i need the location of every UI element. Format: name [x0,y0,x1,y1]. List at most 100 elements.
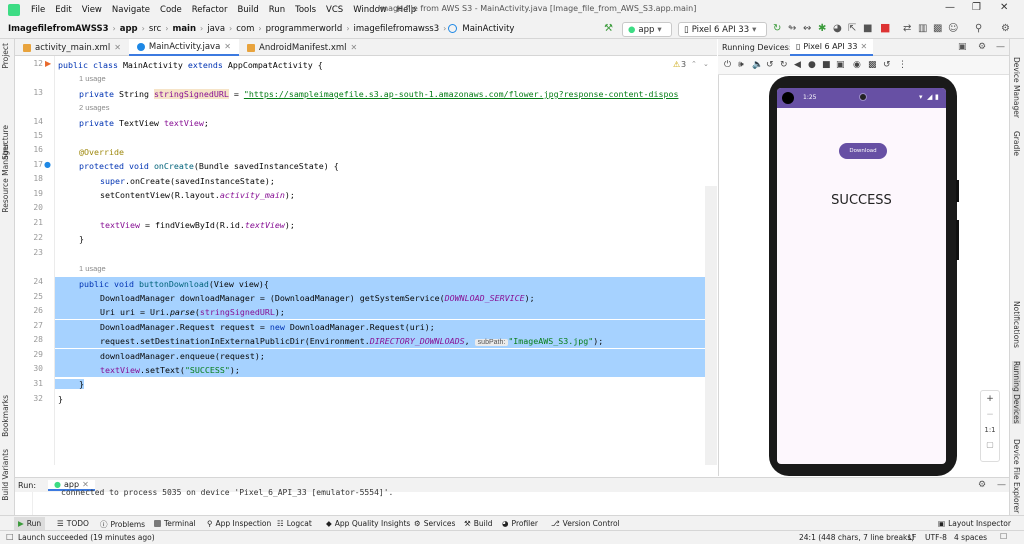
device-file-explorer-tool[interactable]: Device File Explorer [1012,439,1021,513]
hide-icon[interactable]: — [997,480,1006,490]
rotate-right-icon[interactable]: ↻ [780,60,788,70]
gear-icon[interactable]: ⚙ [978,42,986,52]
line-separator[interactable]: LF [908,533,917,542]
build-variants-tool[interactable]: Build Variants [1,449,10,501]
problems-tool-button[interactable]: ⓘ Problems [100,519,145,530]
project-tool[interactable]: Project [1,43,10,69]
run-tool-button[interactable]: ▶ Run [14,517,46,530]
layout-inspector-tool-button[interactable]: ▣ Layout Inspector [938,519,1011,528]
menu-vcs[interactable]: VCS [321,5,348,15]
run-gutter-icon[interactable]: ▶ [45,59,51,68]
menu-code[interactable]: Code [155,5,187,15]
download-button[interactable]: Download [839,143,887,159]
breadcrumb-programmerworld[interactable]: programmerworld [264,24,345,34]
gradle-tool[interactable]: Gradle [1012,131,1021,156]
profile-icon[interactable]: ◕ [833,23,842,34]
services-tool-button[interactable]: ⚙ Services [414,519,455,528]
notifications-tool[interactable]: Notifications [1012,301,1021,348]
apply-changes-icon[interactable]: ↬ [788,23,796,34]
snapshot-icon[interactable]: ↺ [883,60,891,70]
app-inspection-tool-button[interactable]: ⚲ App Inspection [207,519,271,528]
code-editor[interactable]: public class MainActivity extends AppCom… [55,56,717,465]
close-tab-icon[interactable]: ✕ [860,42,867,51]
restore-icon[interactable]: ❐ [972,2,981,13]
status-icon[interactable]: □ [6,532,14,541]
menu-tools[interactable]: Tools [290,5,321,15]
run-config-dropdown[interactable]: ● app ▾ [622,22,672,37]
menu-run[interactable]: Run [264,5,290,15]
gear-icon[interactable]: ⚙ [978,480,986,490]
override-gutter-icon[interactable]: ● [44,160,51,169]
settings-icon[interactable]: ⚙ [1001,23,1010,34]
resource-manager-tool[interactable]: Resource Manager [1,143,10,213]
close-tab-icon[interactable]: ✕ [351,43,358,52]
device-dropdown[interactable]: ▯ Pixel 6 API 33 ▾ [678,22,767,37]
attach-debugger-icon[interactable]: ⇱ [848,23,856,34]
maximize-icon[interactable]: ▣ [958,42,967,52]
zoom-actual-size[interactable]: 1:1 [981,426,999,434]
minimize-icon[interactable]: — [945,2,955,13]
caret-position[interactable]: 24:1 (448 chars, 7 line breaks) [799,533,914,542]
chevron-up-icon[interactable]: ⌃ [691,60,697,68]
breadcrumb-src[interactable]: src [147,24,163,34]
breadcrumb-main[interactable]: main [170,24,198,34]
editor-scrollbar[interactable] [705,186,717,465]
zoom-in-icon[interactable]: + [981,394,999,404]
stop-icon[interactable]: ■ [880,21,890,34]
menu-build[interactable]: Build [232,5,263,15]
hammer-icon[interactable]: ⚒ [604,23,613,34]
app-quality-insights-tool-button[interactable]: ◆ App Quality Insights [326,519,410,528]
volume-down-icon[interactable]: 🔈 [752,60,763,70]
power-icon[interactable]: ⏻ [724,60,731,70]
build-tool-button[interactable]: ⚒ Build [464,519,493,528]
avd-manager-icon[interactable]: ▥ [918,23,927,34]
more-icon[interactable]: ⋮ [898,60,907,70]
usage-hint[interactable]: 2 usages [79,103,109,112]
volume-up-icon[interactable]: 🕪 [738,60,744,70]
zoom-fit-icon[interactable]: ▢ [981,440,999,449]
run-icon[interactable]: ↻ [773,23,781,34]
breadcrumb-com[interactable]: com [234,24,256,34]
breadcrumb-java[interactable]: java [205,24,227,34]
status-message[interactable]: Launch succeeded (19 minutes ago) [18,533,155,542]
menu-file[interactable]: File [26,5,50,15]
camera-icon[interactable]: ◉ [853,60,861,70]
close-tab-icon[interactable]: ✕ [224,42,231,51]
usage-hint[interactable]: 1 usage [79,74,106,83]
breadcrumb-project[interactable]: ImagefilefromAWSS3 [6,24,111,34]
indent-setting[interactable]: 4 spaces [954,533,987,542]
menu-edit[interactable]: Edit [50,5,76,15]
breadcrumb-app[interactable]: app [118,24,140,34]
zoom-out-icon[interactable]: − [981,410,999,420]
screenshot-icon[interactable]: ▣ [836,60,845,70]
terminal-tool-button[interactable]: Terminal [154,519,196,528]
breadcrumb-package[interactable]: imagefilefromawss3 [352,24,442,34]
run-console[interactable]: connected to process 5035 on device 'Pix… [15,488,1009,515]
version-control-tool-button[interactable]: ⎇ Version Control [551,519,620,528]
search-icon[interactable]: ⚲ [975,23,982,34]
tab-activity-main-xml[interactable]: activity_main.xml ✕ [15,39,129,56]
stop-process-icon[interactable]: ■ [863,23,872,34]
sync-icon[interactable]: ⇄ [903,23,911,34]
account-icon[interactable]: ☺ [948,23,958,34]
tab-mainactivity-java[interactable]: MainActivity.java ✕ [128,39,239,56]
screen-record-icon[interactable]: ▩ [868,60,877,70]
home-icon[interactable]: ● [808,60,816,70]
chevron-down-icon[interactable]: ⌄ [703,60,709,68]
device-manager-tool[interactable]: Device Manager [1012,57,1021,118]
breadcrumb-mainactivity[interactable]: MainActivity [460,24,516,34]
usage-hint[interactable]: 1 usage [79,264,106,273]
device-tab[interactable]: ▯ Pixel 6 API 33 ✕ [790,39,874,56]
logcat-tool-button[interactable]: ☷ Logcat [277,519,312,528]
emulator-screen[interactable]: 1:25 ▾ ◢ ▮ Download SUCCESS [777,88,946,464]
profiler-tool-button[interactable]: ◕ Profiler [502,519,538,528]
hide-icon[interactable]: — [996,42,1005,52]
menu-navigate[interactable]: Navigate [107,5,155,15]
warning-icon[interactable]: ⚠ [673,60,680,69]
close-tab-icon[interactable]: ✕ [114,43,121,52]
rotate-left-icon[interactable]: ↺ [766,60,774,70]
bookmarks-tool[interactable]: Bookmarks [1,395,10,437]
sdk-manager-icon[interactable]: ▩ [933,23,942,34]
overview-icon[interactable]: ■ [822,60,831,70]
apply-code-changes-icon[interactable]: ↭ [803,23,811,34]
